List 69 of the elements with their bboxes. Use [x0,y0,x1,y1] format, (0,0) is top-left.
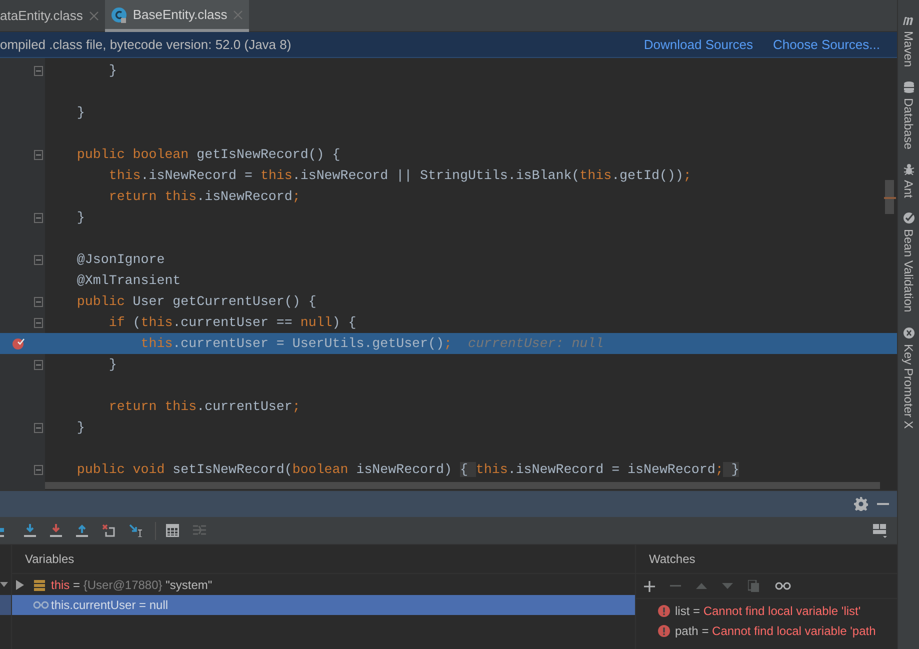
fold-icon[interactable] [34,360,43,370]
ant-icon[interactable] [902,163,914,176]
error-icon [658,605,670,617]
fold-icon[interactable] [34,212,43,222]
settings-icon[interactable] [854,497,868,511]
banner-link[interactable]: Download Sources [644,34,754,54]
calculator-icon[interactable] [166,524,179,537]
tool-window-button[interactable]: Maven [900,31,918,68]
breakpoint-icon[interactable] [12,337,25,350]
move-down-icon[interactable] [722,583,733,589]
watch-row[interactable]: list = Cannot find local variable 'list' [636,601,897,621]
field-icon [34,580,45,590]
variable-row[interactable]: this = {User@17880} "system" [12,575,635,595]
code-line: this.currentUser = UserUtils.getUser(); currentUser: null [140,335,604,353]
code-line: } [76,209,85,227]
copy-icon[interactable] [748,580,760,592]
layout-icon[interactable] [873,524,887,538]
watch-row[interactable]: path = Cannot find local variable 'path [636,621,897,641]
fold-icon[interactable] [34,318,43,328]
horizontal-scrollbar[interactable] [45,482,880,489]
code-line: return this.currentUser; [108,398,300,416]
panel-title: Watches [649,551,696,568]
code-line: } [108,62,117,80]
tool-window-button[interactable]: Ant [900,180,918,198]
fold-icon[interactable] [34,422,43,432]
glasses-icon[interactable] [775,582,791,590]
letter-m-icon[interactable] [902,14,914,26]
step-out-icon[interactable] [76,524,88,537]
check-badge-icon[interactable] [902,212,914,224]
error-icon [658,625,670,637]
scroll-marker [884,197,896,199]
code-line: @XmlTransient [76,272,181,290]
code-line: } [76,104,85,122]
close-icon[interactable] [88,11,99,21]
code-line: return this.isNewRecord; [108,188,300,206]
drop-frame-icon[interactable] [102,524,115,537]
code-line: public void setIsNewRecord(boolean isNewRecord) { this.isNewRecord = isNewRecord; } [76,461,740,479]
code-line: if (this.currentUser == null) { [108,314,356,332]
code-line: } [76,419,85,437]
banner-message: ompiled .class file, bytecode version: 52.0 (Java 8) [0,36,292,54]
add-icon[interactable] [644,580,655,592]
variable-row[interactable]: this.currentUser = null [12,595,635,615]
fold-icon[interactable] [34,66,43,76]
tool-window-button[interactable]: Key Promoter X [900,344,918,428]
fold-icon[interactable] [34,464,43,474]
database-icon[interactable] [902,81,914,94]
editor-tab[interactable]: BaseEntity.class [104,0,250,32]
editor-tab[interactable]: ataEntity.class [0,0,105,32]
caret-icon[interactable] [0,582,8,587]
class-file-icon [110,6,127,22]
code-line: } [108,356,117,374]
tool-window-button[interactable]: Database [900,98,918,150]
step-into-icon[interactable] [24,524,36,537]
banner-link[interactable]: Choose Sources... [773,34,880,54]
panel-title: Variables [25,551,74,568]
code-line: public User getCurrentUser() { [76,293,316,311]
force-step-into-icon[interactable] [50,524,62,537]
code-line: @JsonIgnore [76,251,165,269]
glasses-icon [33,601,49,609]
code-line: this.isNewRecord = this.isNewRecord || StringUtils.isBlank(this.getId()); [108,167,692,185]
fold-icon[interactable] [34,254,43,264]
run-to-cursor-icon[interactable] [129,524,143,537]
tool-window-button[interactable]: Bean Validation [900,229,918,313]
fold-icon[interactable] [34,150,43,160]
expand-icon[interactable] [16,580,24,590]
code-line: public boolean getIsNewRecord() { [76,146,340,164]
move-up-icon[interactable] [696,583,707,589]
fold-icon[interactable] [34,296,43,306]
scrollbar-thumb[interactable] [885,180,894,214]
